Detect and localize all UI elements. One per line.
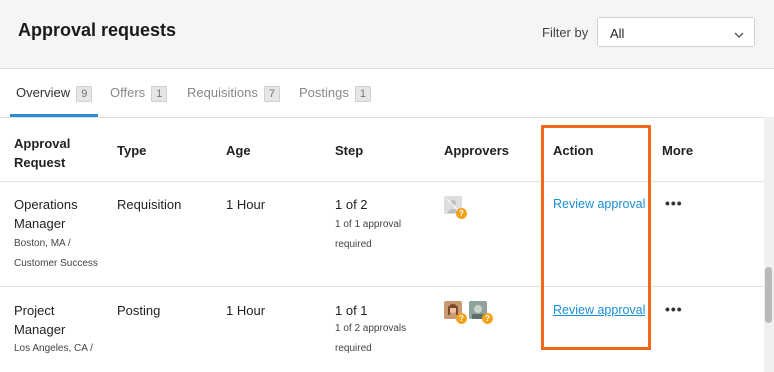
title-line: Manager — [14, 322, 66, 337]
pending-badge: ? — [456, 208, 467, 219]
request-age: 1 Hour — [226, 197, 266, 212]
scrollbar-track[interactable] — [764, 117, 774, 372]
header-line: Approval — [14, 136, 71, 151]
step-detail-line: 1 of 2 approvals — [335, 323, 407, 334]
title-line: Operations — [14, 197, 78, 212]
column-header-type: Type — [117, 143, 147, 158]
request-type: Requisition — [117, 197, 182, 212]
column-header-age: Age — [226, 143, 251, 158]
scrollbar-thumb[interactable] — [765, 267, 772, 323]
row-divider — [0, 286, 774, 287]
title-line: Manager — [14, 216, 66, 231]
tab-bar: Overview 9 Offers 1 Requisitions 7 Postings… — [0, 69, 774, 118]
request-title[interactable]: Project Manager — [14, 301, 65, 339]
page-title: Approval requests — [18, 20, 177, 40]
tab-postings[interactable]: Postings 1 — [299, 85, 371, 117]
tab-count-badge: 7 — [263, 86, 280, 102]
tab-label: Postings — [299, 85, 349, 100]
step-detail-line: required — [335, 343, 372, 354]
sub-line: Boston, MA / — [14, 238, 71, 249]
pending-badge: ? — [482, 313, 493, 324]
request-type: Posting — [117, 303, 161, 318]
tab-overview[interactable]: Overview 9 — [9, 85, 99, 117]
request-step: 1 of 2 — [335, 197, 368, 212]
action-column-highlight — [541, 125, 651, 350]
tab-offers[interactable]: Offers 1 — [110, 85, 168, 117]
request-title[interactable]: Operations Manager — [14, 195, 78, 233]
column-header-approval-request: Approval Request — [14, 134, 70, 172]
step-detail: 1 of 1 approval required — [335, 215, 401, 255]
step-detail: 1 of 2 approvals required — [335, 319, 406, 359]
column-header-step: Step — [335, 143, 364, 158]
filter-value: All — [610, 26, 625, 41]
row-divider — [0, 181, 774, 182]
request-location: Boston, MA / Customer Success — [14, 234, 98, 274]
sub-line: Los Angeles, CA / — [14, 343, 93, 354]
title-line: Project — [14, 303, 55, 318]
tab-count-badge: 9 — [76, 86, 93, 102]
tab-count-badge: 1 — [354, 86, 371, 102]
pending-badge: ? — [456, 313, 467, 324]
step-detail-line: required — [335, 239, 372, 250]
tab-requisitions[interactable]: Requisitions 7 — [187, 85, 280, 117]
more-options-button[interactable]: ••• — [665, 195, 683, 211]
filter-dropdown[interactable]: All — [597, 17, 755, 47]
column-header-approvers: Approvers — [444, 143, 510, 158]
page-header: Approval requests Filter by All — [0, 0, 774, 69]
column-header-more: More — [662, 143, 694, 158]
header-line: Request — [14, 155, 66, 170]
chevron-down-icon — [734, 27, 744, 45]
sub-line: Customer Success — [14, 258, 98, 269]
more-options-button[interactable]: ••• — [665, 301, 683, 317]
request-location: Los Angeles, CA / — [14, 339, 93, 359]
step-detail-line: 1 of 1 approval — [335, 219, 402, 230]
tab-label: Offers — [110, 85, 146, 100]
tab-label: Overview — [16, 85, 71, 100]
tab-label: Requisitions — [187, 85, 258, 100]
request-step: 1 of 1 — [335, 303, 368, 318]
filter-label: Filter by — [542, 25, 589, 40]
tab-count-badge: 1 — [151, 86, 168, 102]
request-age: 1 Hour — [226, 303, 266, 318]
